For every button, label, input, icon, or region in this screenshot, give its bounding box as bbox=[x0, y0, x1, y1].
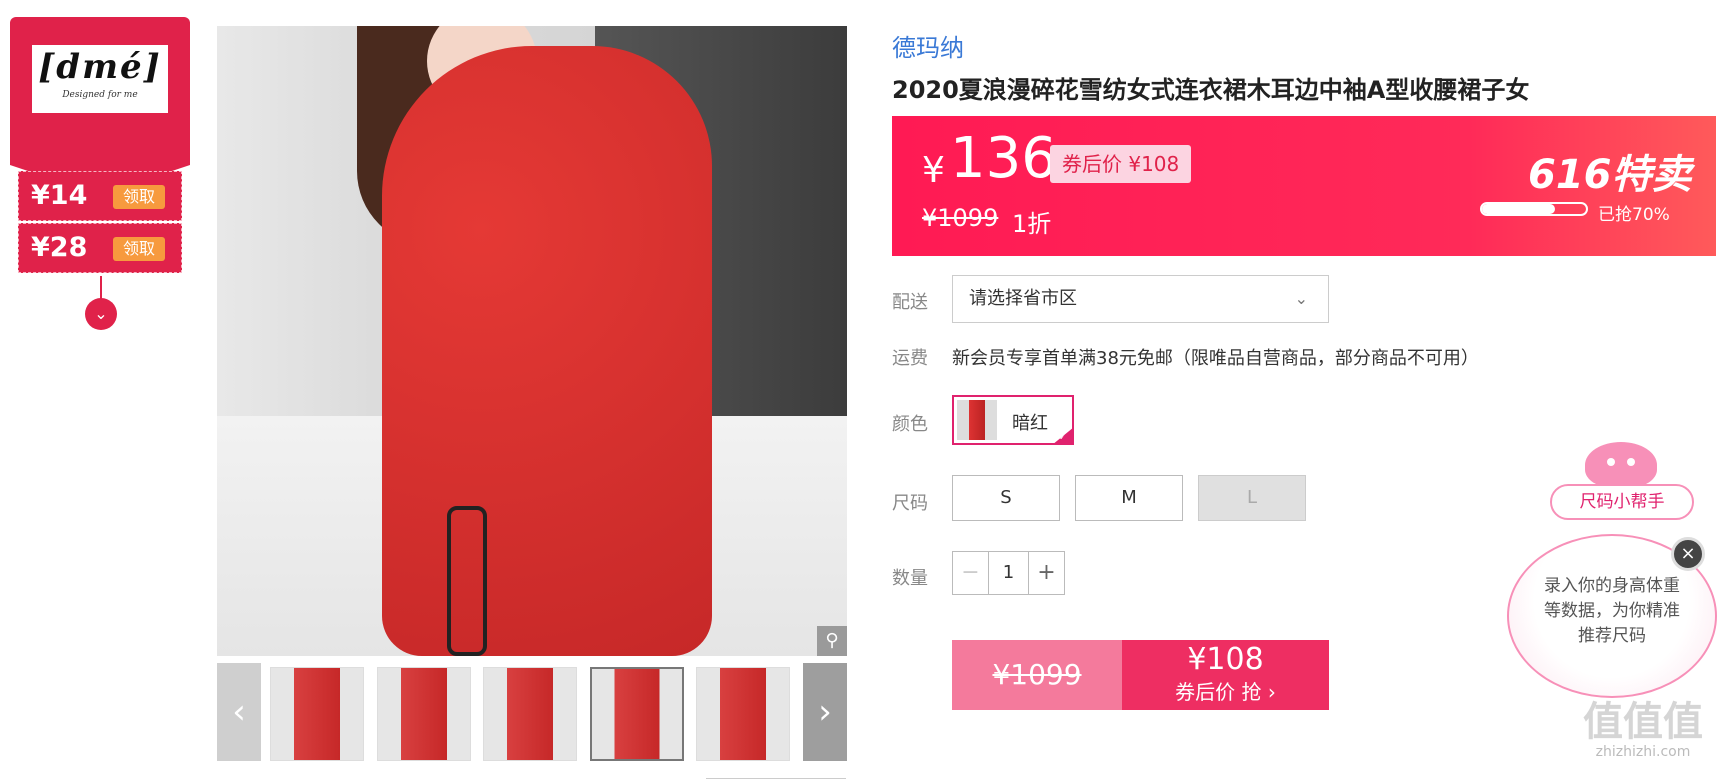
thumbnail-5[interactable] bbox=[696, 667, 790, 761]
chevron-down-icon: ⌄ bbox=[1294, 289, 1308, 308]
quantity-value[interactable]: 1 bbox=[989, 552, 1028, 594]
current-price: 136 bbox=[950, 126, 1057, 191]
coupon-amount: ¥28 bbox=[31, 232, 88, 263]
color-swatch-image bbox=[957, 400, 997, 440]
main-product-image[interactable] bbox=[217, 26, 847, 656]
mascot-icon[interactable] bbox=[1585, 442, 1657, 488]
sold-progress-bar bbox=[1480, 202, 1588, 216]
promo-label: 616特卖 bbox=[1528, 152, 1692, 198]
watermark: 值值值 zhizhizhi.com bbox=[1583, 700, 1703, 760]
region-select[interactable]: 请选择省市区 ⌄ bbox=[952, 275, 1329, 323]
color-option-name: 暗红 bbox=[1012, 413, 1048, 434]
currency-symbol: ¥ bbox=[922, 150, 945, 191]
buy-action-label: 券后价 抢 › bbox=[1175, 680, 1276, 704]
original-price: ¥1099 bbox=[922, 204, 999, 232]
size-option-l: L bbox=[1198, 475, 1306, 521]
mascot-eye bbox=[1627, 458, 1635, 466]
quantity-label: 数量 bbox=[892, 568, 928, 589]
coupon-get-button[interactable]: 领取 bbox=[113, 237, 165, 261]
thumbnail-2[interactable] bbox=[377, 667, 471, 761]
color-option-selected[interactable]: 暗红 ✓ bbox=[952, 395, 1074, 445]
delivery-label: 配送 bbox=[892, 292, 928, 313]
brand-logo-tagline: Designed for me bbox=[62, 90, 138, 100]
discount-label: 1折 bbox=[1012, 210, 1052, 238]
brand-logo[interactable]: [dmé] Designed for me bbox=[32, 45, 168, 113]
mascot-eye bbox=[1607, 458, 1615, 466]
brand-logo-mark: [dmé] bbox=[38, 47, 162, 87]
thumbnail-1[interactable] bbox=[270, 667, 364, 761]
size-option-m[interactable]: M bbox=[1075, 475, 1183, 521]
quantity-minus-button[interactable]: − bbox=[953, 552, 989, 594]
shipping-label: 运费 bbox=[892, 348, 928, 369]
shipping-text: 新会员专享首单满38元免邮（限唯品自营商品，部分商品不可用） bbox=[952, 348, 1479, 369]
buy-now-button[interactable]: ¥108 券后价 抢 › bbox=[1122, 640, 1329, 710]
coupon-2[interactable]: ¥28 领取 bbox=[18, 223, 182, 273]
quantity-stepper[interactable]: − 1 + bbox=[952, 551, 1065, 595]
buy-coupon-price: ¥108 bbox=[1187, 642, 1264, 677]
buy-original-price: ¥1099 bbox=[952, 640, 1122, 710]
close-icon[interactable]: × bbox=[1671, 537, 1705, 571]
size-helper-button[interactable]: 尺码小帮手 bbox=[1550, 484, 1694, 520]
coupon-amount: ¥14 bbox=[31, 180, 88, 211]
quantity-plus-button[interactable]: + bbox=[1028, 552, 1064, 594]
after-coupon-badge: 券后价 ¥108 bbox=[1050, 145, 1192, 183]
watermark-logo: 值值值 bbox=[1583, 699, 1703, 745]
size-option-s[interactable]: S bbox=[952, 475, 1060, 521]
coupon-get-button[interactable]: 领取 bbox=[113, 185, 165, 209]
product-title: 2020夏浪漫碎花雪纺女式连衣裙木耳边中袖A型收腰裙子女 bbox=[892, 76, 1530, 104]
thumbnail-prev-button[interactable]: ‹ bbox=[217, 663, 261, 761]
check-icon: ✓ bbox=[1052, 427, 1074, 445]
image-dress bbox=[382, 46, 712, 656]
buy-button[interactable]: ¥1099 ¥108 券后价 抢 › bbox=[952, 640, 1329, 710]
thumbnail-3[interactable] bbox=[483, 667, 577, 761]
chevron-down-icon[interactable]: ⌄ bbox=[85, 298, 117, 330]
image-bag-strap bbox=[447, 506, 487, 656]
price-banner: ¥ 136 券后价 ¥108 ¥1099 1折 616特卖 已抢70% bbox=[892, 116, 1716, 256]
sold-progress-fill bbox=[1482, 204, 1555, 214]
coupon-1[interactable]: ¥14 领取 bbox=[18, 171, 182, 221]
watermark-site: zhizhizhi.com bbox=[1595, 744, 1691, 760]
sold-percent-text: 已抢70% bbox=[1598, 205, 1670, 225]
brand-link[interactable]: 德玛纳 bbox=[892, 28, 964, 63]
size-label: 尺码 bbox=[892, 493, 928, 514]
brand-card[interactable]: [dmé] Designed for me bbox=[10, 17, 190, 165]
region-select-placeholder: 请选择省市区 bbox=[969, 288, 1077, 309]
thumbnail-next-button[interactable]: › bbox=[803, 663, 847, 761]
magnifier-icon[interactable]: ⚲ bbox=[817, 626, 847, 656]
thumbnail-4[interactable] bbox=[590, 667, 684, 761]
gallery-bottom-edge bbox=[706, 778, 846, 782]
color-label: 颜色 bbox=[892, 414, 928, 435]
